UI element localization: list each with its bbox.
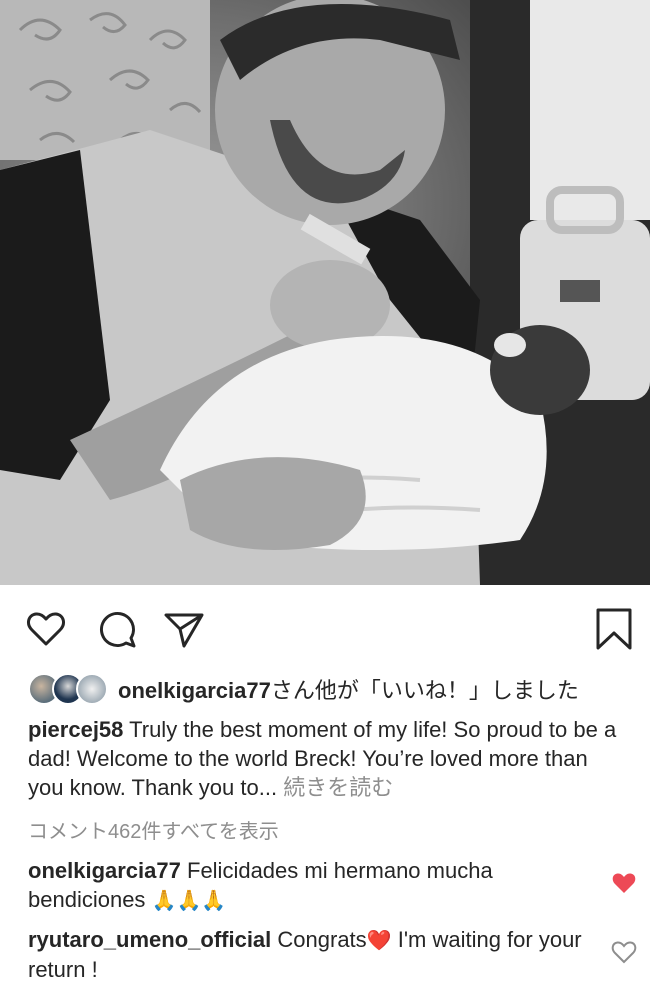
comment-item: onelkigarcia77 Felicidades mi hermano mu… [28, 856, 588, 915]
view-all-comments-link[interactable]: コメント462件すべてを表示 [28, 815, 279, 844]
comment-item: ryutaro_umeno_official Congrats❤️ I'm wa… [28, 925, 588, 982]
like-button[interactable] [24, 607, 68, 651]
post-caption: piercej58 Truly the best moment of my li… [28, 715, 628, 802]
comment-like-button[interactable] [610, 869, 638, 897]
post-photo[interactable] [0, 0, 650, 585]
comment-button[interactable] [96, 607, 140, 651]
likes-row[interactable]: onelkigarcia77さん他が「いいね！」しました [28, 672, 628, 706]
liker-username[interactable]: onelkigarcia77 [118, 678, 271, 703]
red-heart-emoji: ❤️ [366, 928, 392, 952]
heart-filled-icon [612, 873, 636, 893]
heart-outline-icon [27, 612, 65, 646]
comment-like-button[interactable] [610, 938, 638, 966]
caption-username[interactable]: piercej58 [28, 717, 123, 742]
comment-text: Congrats [277, 927, 367, 952]
comment-bubble-icon [100, 612, 136, 648]
likes-text: onelkigarcia77さん他が「いいね！」しました [118, 673, 579, 705]
paper-plane-icon [164, 613, 204, 648]
heart-outline-icon [611, 941, 637, 964]
comment-username[interactable]: onelkigarcia77 [28, 858, 181, 883]
comment-username[interactable]: ryutaro_umeno_official [28, 927, 271, 952]
save-button[interactable] [592, 607, 636, 651]
action-bar [0, 585, 650, 667]
bookmark-icon [596, 608, 632, 650]
share-button[interactable] [162, 607, 206, 651]
likes-suffix: さん他が「いいね！」しました [270, 678, 579, 703]
avatar [76, 673, 108, 705]
folded-hands-emoji: 🙏🙏🙏 [151, 888, 227, 912]
liker-avatars [28, 673, 108, 705]
photo-illustration [0, 0, 650, 585]
read-more-link[interactable]: 続きを読む [283, 775, 393, 800]
